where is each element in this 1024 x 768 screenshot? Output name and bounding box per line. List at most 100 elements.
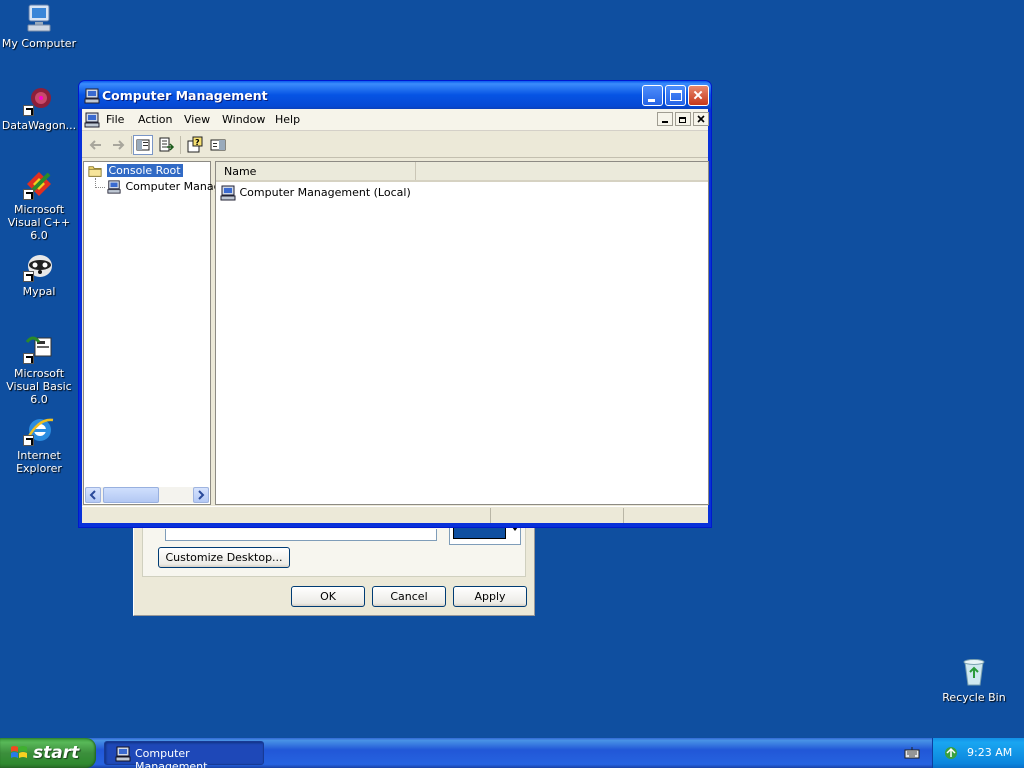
tree-node-label: Computer Manag (125, 180, 221, 193)
desktop-icon-label: My Computer (1, 37, 77, 50)
system-tray: 9:23 AM (932, 738, 1024, 768)
minimize-icon (648, 99, 655, 102)
desktop-icon-label: DataWagon... (1, 119, 77, 132)
list-item[interactable]: Computer Management (Local) (220, 185, 411, 201)
desktop-icon-label: Internet Explorer (16, 449, 62, 475)
tree-node-computer-management[interactable]: Computer Manag (106, 180, 221, 194)
scroll-left-button[interactable] (85, 487, 101, 503)
close-icon (697, 115, 705, 123)
toolbar: ? (82, 132, 708, 158)
chevron-left-icon (89, 490, 96, 500)
scroll-right-button[interactable] (193, 487, 209, 503)
ok-button[interactable]: OK (291, 586, 365, 607)
taskbar-item-label: Computer Management (135, 747, 208, 768)
child-minimize-button[interactable] (657, 112, 673, 126)
show-hide-console-tree-icon (136, 139, 150, 151)
desktop-icon-datawagon[interactable]: DataWagon... (0, 84, 78, 132)
export-list-button[interactable] (156, 135, 176, 155)
status-bar (82, 506, 708, 523)
maximize-icon (670, 90, 682, 101)
menu-action[interactable]: Action (138, 113, 172, 126)
window-title: Computer Management (102, 88, 268, 103)
menu-file[interactable]: File (106, 113, 124, 126)
back-arrow-icon (89, 140, 101, 150)
desktop-icon-recycle-bin[interactable]: Recycle Bin (935, 656, 1013, 704)
window-client-area: File Action View Window Help ? Console R… (82, 109, 709, 523)
show-hide-action-pane-icon (210, 139, 226, 151)
menu-view[interactable]: View (184, 113, 210, 126)
minimize-icon (662, 121, 668, 123)
start-label: start (33, 743, 80, 763)
child-restore-button[interactable] (675, 112, 691, 126)
menu-bar: File Action View Window Help (82, 109, 709, 131)
tree-node-console-root[interactable]: Console Root (87, 164, 183, 178)
desktop-icon-visual-basic[interactable]: Microsoft Visual Basic 6.0 (0, 332, 78, 406)
mypal-icon (23, 250, 55, 282)
minimize-button[interactable] (642, 85, 663, 106)
desktop-icon-label: Recycle Bin (942, 691, 1006, 704)
list-item-label: Computer Management (Local) (239, 186, 411, 199)
desktop-icon-label: Mypal (22, 285, 56, 298)
network-icon[interactable] (943, 745, 959, 761)
computer-icon (107, 180, 121, 194)
keyboard-icon[interactable] (904, 746, 920, 760)
customize-desktop-button[interactable]: Customize Desktop... (158, 547, 290, 568)
chevron-right-icon (198, 490, 205, 500)
show-hide-tree-button[interactable] (133, 135, 153, 155)
visual-cpp-icon (23, 168, 55, 200)
title-bar[interactable]: Computer Management (79, 81, 711, 109)
console-icon[interactable] (84, 112, 100, 128)
console-tree-pane[interactable]: Console Root Computer Manag (83, 161, 221, 505)
clock[interactable]: 9:23 AM (967, 746, 1012, 759)
menu-help[interactable]: Help (275, 113, 300, 126)
export-list-icon (159, 137, 175, 152)
recycle-bin-icon (958, 656, 990, 688)
apply-button[interactable]: Apply (453, 586, 527, 607)
status-cell (490, 508, 623, 523)
taskbar-item-computer-management[interactable]: Computer Management (104, 741, 264, 768)
scroll-thumb[interactable] (103, 487, 159, 503)
toolbar-separator (180, 136, 181, 154)
folder-icon (88, 166, 102, 177)
cancel-button[interactable]: Cancel (372, 586, 446, 607)
menu-window[interactable]: Window (222, 113, 265, 126)
show-hide-action-pane-button[interactable] (208, 135, 228, 155)
visual-basic-icon (23, 332, 55, 364)
column-header-name[interactable]: Name (216, 162, 416, 180)
close-button[interactable] (688, 85, 709, 106)
datawagon-icon (23, 84, 55, 116)
back-button[interactable] (86, 135, 106, 155)
computer-management-window: Computer Management File Action View Win… (78, 80, 712, 528)
child-close-button[interactable] (693, 112, 709, 126)
windows-logo-icon (11, 746, 27, 758)
internet-explorer-icon (23, 414, 55, 446)
computer-management-icon (115, 746, 131, 762)
color-picker-dropdown[interactable] (449, 525, 521, 545)
desktop-icon-mypal[interactable]: Mypal (0, 250, 78, 298)
toolbar-separator (131, 136, 132, 154)
close-icon (693, 90, 703, 100)
computer-management-icon (84, 88, 100, 104)
svg-text:?: ? (195, 138, 200, 147)
taskbar: start Computer Management 9:23 AM (0, 738, 1024, 768)
desktop-icon-internet-explorer[interactable]: Internet Explorer (0, 414, 78, 475)
help-icon: ? (187, 136, 203, 153)
computer-icon (220, 185, 236, 201)
background-list[interactable] (165, 529, 437, 541)
help-button[interactable]: ? (185, 135, 205, 155)
desktop-icon-label: Microsoft Visual C++ 6.0 (7, 203, 71, 242)
start-button[interactable]: start (0, 738, 96, 768)
forward-arrow-icon (113, 140, 125, 150)
tree-node-label: Console Root (106, 164, 183, 177)
desktop-icon-visual-cpp[interactable]: Microsoft Visual C++ 6.0 (0, 168, 78, 242)
desktop-icon-my-computer[interactable]: My Computer (0, 2, 78, 50)
tree-horizontal-scrollbar[interactable] (85, 487, 209, 503)
tree-connector (95, 178, 105, 188)
my-computer-icon (23, 2, 55, 34)
status-cell (623, 508, 708, 523)
details-pane[interactable]: Name Computer Management (Local) (215, 161, 709, 505)
maximize-button[interactable] (665, 85, 686, 106)
desktop-icon-label: Microsoft Visual Basic 6.0 (6, 367, 72, 406)
restore-icon (679, 117, 686, 123)
forward-button[interactable] (108, 135, 128, 155)
